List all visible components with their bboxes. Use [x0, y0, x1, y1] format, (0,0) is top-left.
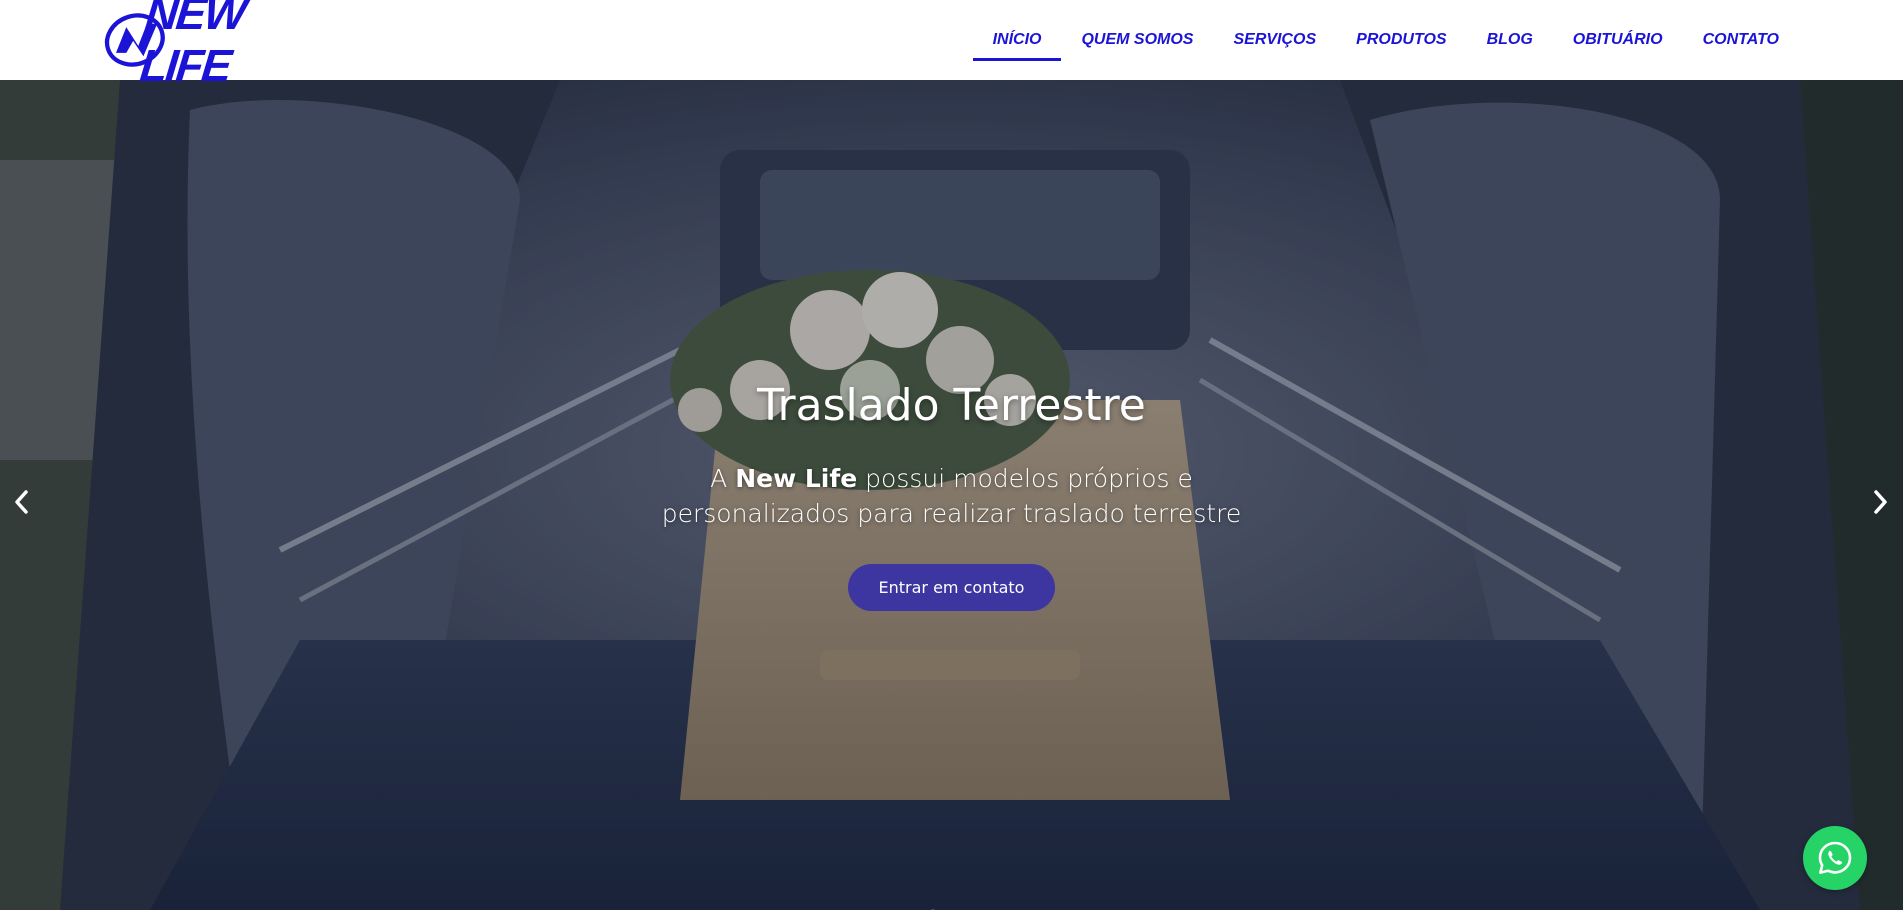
main-nav: INÍCIO QUEM SOMOS SERVIÇOS PRODUTOS BLOG…	[972, 0, 1799, 80]
chevron-right-icon	[1874, 490, 1887, 514]
contact-cta-button[interactable]: Entrar em contato	[847, 564, 1056, 611]
nav-item-servicos[interactable]: SERVIÇOS	[1213, 0, 1336, 80]
nav-item-produtos[interactable]: PRODUTOS	[1336, 0, 1466, 80]
whatsapp-button[interactable]	[1803, 826, 1867, 890]
whatsapp-icon	[1818, 841, 1852, 874]
logo[interactable]: NEW LIFE	[104, 0, 314, 91]
nav-item-blog[interactable]: BLOG	[1467, 0, 1553, 80]
subtitle-prefix: A	[710, 464, 736, 493]
carousel-next-button[interactable]	[1862, 484, 1898, 520]
slide-caption: Traslado Terrestre A New Life possui mod…	[0, 380, 1903, 611]
carousel-prev-button[interactable]	[4, 484, 40, 520]
carousel-indicators	[0, 902, 1903, 910]
nav-item-inicio[interactable]: INÍCIO	[972, 0, 1062, 80]
site-header: NEW LIFE INÍCIO QUEM SOMOS SERVIÇOS PROD…	[0, 0, 1903, 91]
chevron-left-icon	[15, 490, 28, 514]
hero-carousel: Traslado Terrestre A New Life possui mod…	[0, 80, 1903, 910]
nav-item-obituario[interactable]: OBITUÁRIO	[1553, 0, 1683, 80]
logo-text: NEW LIFE	[138, 0, 248, 91]
slide-title: Traslado Terrestre	[757, 380, 1146, 431]
nav-item-quem-somos[interactable]: QUEM SOMOS	[1061, 0, 1213, 80]
nav-item-contato[interactable]: CONTATO	[1683, 0, 1799, 80]
subtitle-brand: New Life	[735, 464, 858, 493]
slide-subtitle: A New Life possui modelos próprios e per…	[622, 461, 1282, 531]
